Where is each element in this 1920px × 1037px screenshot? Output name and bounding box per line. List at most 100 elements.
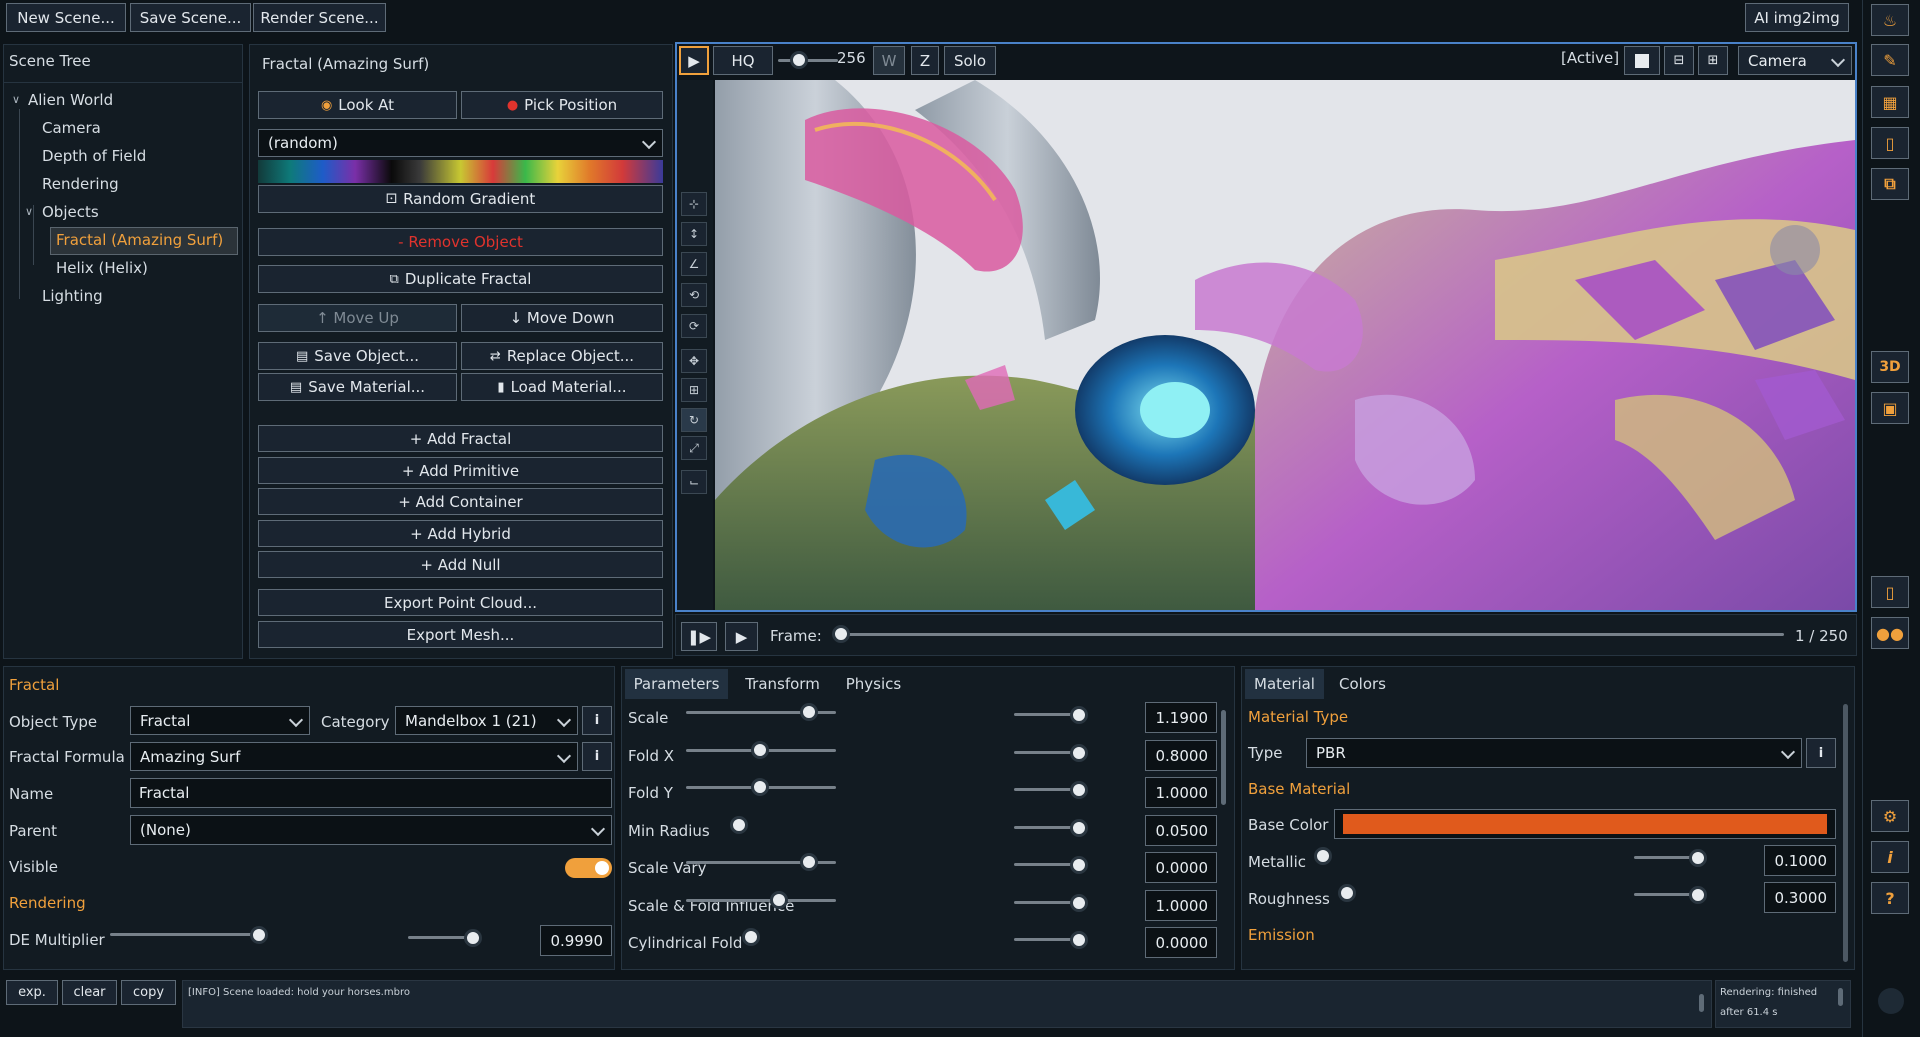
duplicate-fractal-button[interactable]: ⧉ Duplicate Fractal [258,265,663,293]
metallic-value[interactable]: 0.1000 [1764,845,1836,876]
samples-slider-knob[interactable] [790,51,808,69]
solo-toggle[interactable]: Solo [944,46,996,75]
object-type-select[interactable]: Fractal [130,706,310,735]
param-fine-knob[interactable] [1070,894,1088,912]
tool-scale-icon[interactable]: ⤢ [681,436,707,460]
tree-item-alien-world[interactable]: Alien World [28,91,113,109]
roughness-value[interactable]: 0.3000 [1764,882,1836,913]
tab-material[interactable]: Material [1245,669,1324,699]
visible-toggle[interactable] [565,858,612,878]
material-type-select[interactable]: PBR [1306,738,1802,768]
tab-physics[interactable]: Physics [836,669,911,699]
tool-orbit-icon[interactable]: ⟳ [681,314,707,338]
save-object-button[interactable]: ▤ Save Object... [258,342,457,370]
export-log-button[interactable]: exp. [6,980,58,1005]
formula-info-button[interactable]: i [582,742,612,771]
tool-move-vertical-icon[interactable]: ↕ [681,222,707,246]
export-mesh-button[interactable]: Export Mesh... [258,621,663,648]
de-fine-knob[interactable] [464,929,482,947]
frame-slider-knob[interactable] [832,625,850,643]
tree-item-depth-of-field[interactable]: Depth of Field [42,147,146,165]
add-fractal-button[interactable]: + Add Fractal [258,425,663,452]
gradient-preview[interactable] [258,160,663,183]
layout-single-button[interactable] [1624,46,1660,75]
param-value[interactable]: 0.0000 [1145,927,1217,958]
tool-select-icon[interactable]: ⊹ [681,192,707,216]
clear-log-button[interactable]: clear [62,980,117,1005]
ai-img2img-button[interactable]: AI img2img [1745,3,1849,32]
look-at-button[interactable]: ◉ Look At [258,91,457,119]
param-fine-knob[interactable] [1070,781,1088,799]
image-icon[interactable]: ▣ [1871,392,1909,424]
settings-icon[interactable]: ⚙ [1871,800,1909,832]
de-slider-knob[interactable] [250,926,268,944]
tree-item-objects[interactable]: Objects [42,203,99,221]
tool-move-icon[interactable]: ✥ [681,349,707,373]
param-fine-knob[interactable] [1070,856,1088,874]
export-point-cloud-button[interactable]: Export Point Cloud... [258,589,663,616]
tool-corner-icon[interactable]: ⌙ [681,470,707,494]
param-value[interactable]: 0.8000 [1145,740,1217,771]
tab-parameters[interactable]: Parameters [625,669,728,699]
play-render-button[interactable]: ▶ [679,46,709,75]
tool-grid-icon[interactable]: ⊞ [681,378,707,402]
name-input[interactable]: Fractal [130,778,612,808]
console-log-area[interactable] [182,980,1712,1028]
param-slider-knob[interactable] [742,928,760,946]
material-scrollbar[interactable] [1843,704,1848,962]
metallic-fine-knob[interactable] [1689,849,1707,867]
gamepad-icon[interactable]: ●● [1871,617,1909,649]
pencil-icon[interactable]: ✎ [1871,44,1909,76]
tab-colors[interactable]: Colors [1330,669,1395,699]
layout-quad-button[interactable]: ⊞ [1698,46,1728,75]
category-select[interactable]: Mandelbox 1 (21) [395,706,578,735]
flame-icon[interactable]: ♨ [1871,4,1909,36]
material-type-info-button[interactable]: i [1806,738,1836,768]
move-up-button[interactable]: ↑ Move Up [258,304,457,332]
tool-rotate-active-icon[interactable]: ↻ [681,408,707,432]
step-forward-button[interactable]: ❚▶ [681,622,717,651]
param-slider-knob[interactable] [770,891,788,909]
param-fine-knob[interactable] [1070,706,1088,724]
param-slider-knob[interactable] [730,816,748,834]
remove-object-button[interactable]: - Remove Object [258,228,663,256]
param-value[interactable]: 1.0000 [1145,890,1217,921]
tree-expand-icon[interactable]: ∨ [12,93,20,106]
formula-select[interactable]: Amazing Surf [130,742,578,771]
param-slider-knob[interactable] [751,778,769,796]
category-info-button[interactable]: i [582,706,612,735]
base-color-swatch[interactable] [1334,809,1836,839]
param-value[interactable]: 1.1900 [1145,702,1217,733]
console-scrollbar[interactable] [1699,994,1704,1012]
save-material-button[interactable]: ▤ Save Material... [258,373,457,401]
de-multiplier-value[interactable]: 0.9990 [540,925,612,956]
grid-icon[interactable]: ▦ [1871,86,1909,118]
info-icon[interactable]: i [1871,841,1909,873]
tree-item-rendering[interactable]: Rendering [42,175,119,193]
param-value[interactable]: 0.0000 [1145,852,1217,883]
help-icon[interactable]: ? [1871,882,1909,914]
tree-item-camera[interactable]: Camera [42,119,101,137]
phone-icon[interactable]: ▯ [1871,576,1909,608]
load-material-button[interactable]: ▮ Load Material... [461,373,663,401]
gradient-select[interactable]: (random) [258,129,663,157]
hq-toggle[interactable]: HQ [713,46,773,75]
param-fine-knob[interactable] [1070,819,1088,837]
tab-transform[interactable]: Transform [734,669,831,699]
w-toggle[interactable]: W [873,46,905,75]
add-container-button[interactable]: + Add Container [258,488,663,515]
move-down-button[interactable]: ↓ Move Down [461,304,663,332]
param-slider-knob[interactable] [751,741,769,759]
3d-icon[interactable]: 3D [1871,351,1909,383]
status-scrollbar[interactable] [1838,988,1843,1006]
render-view[interactable] [715,80,1855,610]
z-toggle[interactable]: Z [911,46,939,75]
layers-icon[interactable]: ⧉ [1871,168,1909,200]
parameters-scrollbar[interactable] [1221,710,1226,805]
param-fine-knob[interactable] [1070,744,1088,762]
render-scene-button[interactable]: Render Scene... [253,3,386,32]
parent-select[interactable]: (None) [130,815,612,845]
tree-item-helix[interactable]: Helix (Helix) [56,259,148,277]
tool-rotate-icon[interactable]: ⟲ [681,283,707,307]
camera-select[interactable]: Camera [1738,46,1852,75]
